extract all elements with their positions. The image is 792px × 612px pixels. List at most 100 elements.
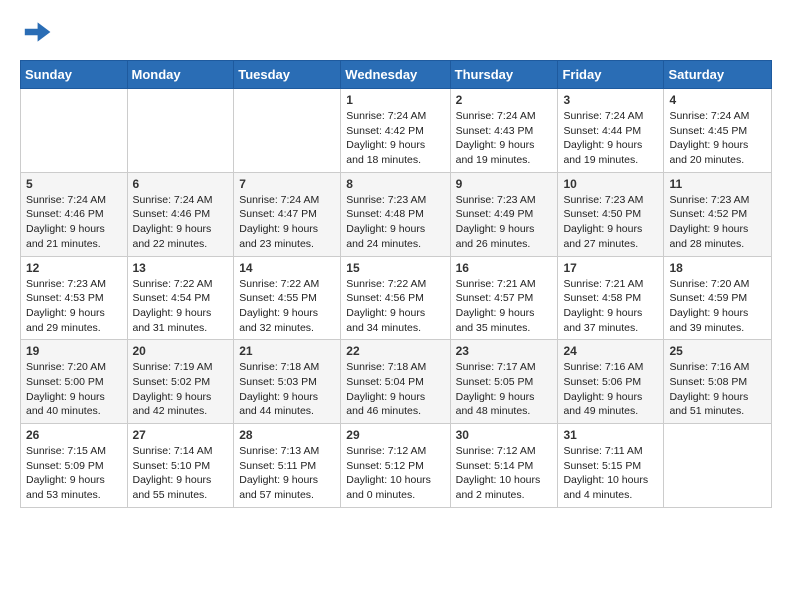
- day-info: Sunrise: 7:24 AM Sunset: 4:46 PM Dayligh…: [133, 193, 229, 252]
- day-info: Sunrise: 7:23 AM Sunset: 4:52 PM Dayligh…: [669, 193, 766, 252]
- day-number: 14: [239, 261, 335, 275]
- calendar-day-23: 23Sunrise: 7:17 AM Sunset: 5:05 PM Dayli…: [450, 340, 558, 424]
- day-info: Sunrise: 7:18 AM Sunset: 5:04 PM Dayligh…: [346, 360, 444, 419]
- day-number: 27: [133, 428, 229, 442]
- day-number: 11: [669, 177, 766, 191]
- calendar-week-2: 5 Sunrise: 7:24 AM Sunset: 4:46 PM Daylig…: [21, 172, 772, 256]
- calendar-day-6: 6Sunrise: 7:24 AM Sunset: 4:46 PM Daylig…: [127, 172, 234, 256]
- calendar-day-28: 28 Sunrise: 7:13 AM Sunset: 5:11 PM Dayli…: [234, 424, 341, 508]
- day-number: 12: [26, 261, 122, 275]
- day-of-week-sunday: Sunday: [21, 61, 128, 89]
- day-info: Sunrise: 7:20 AM Sunset: 4:59 PM Dayligh…: [669, 277, 766, 336]
- calendar-day-27: 27 Sunrise: 7:14 AM Sunset: 5:10 PM Dayli…: [127, 424, 234, 508]
- day-info: Sunrise: 7:24 AM Sunset: 4:42 PM Dayligh…: [346, 109, 444, 168]
- day-number: 29: [346, 428, 444, 442]
- day-info: Sunrise: 7:23 AM Sunset: 4:48 PM Dayligh…: [346, 193, 444, 252]
- day-number: 19: [26, 344, 122, 358]
- day-info: Sunrise: 7:14 AM Sunset: 5:10 PM Dayligh…: [133, 444, 229, 503]
- calendar-day-10: 10 Sunrise: 7:23 AM Sunset: 4:50 PM Dayli…: [558, 172, 664, 256]
- day-info: Sunrise: 7:23 AM Sunset: 4:50 PM Dayligh…: [563, 193, 658, 252]
- calendar-empty-cell: [234, 89, 341, 173]
- day-of-week-thursday: Thursday: [450, 61, 558, 89]
- calendar-day-4: 4Sunrise: 7:24 AM Sunset: 4:45 PM Daylig…: [664, 89, 772, 173]
- logo: [20, 16, 56, 48]
- calendar-day-16: 16 Sunrise: 7:21 AM Sunset: 4:57 PM Dayli…: [450, 256, 558, 340]
- calendar-day-21: 21Sunrise: 7:18 AM Sunset: 5:03 PM Dayli…: [234, 340, 341, 424]
- day-number: 23: [456, 344, 553, 358]
- calendar-day-20: 20 Sunrise: 7:19 AM Sunset: 5:02 PM Dayli…: [127, 340, 234, 424]
- day-info: Sunrise: 7:12 AM Sunset: 5:12 PM Dayligh…: [346, 444, 444, 503]
- calendar-day-15: 15 Sunrise: 7:22 AM Sunset: 4:56 PM Dayli…: [341, 256, 450, 340]
- day-number: 17: [563, 261, 658, 275]
- calendar-day-3: 3 Sunrise: 7:24 AM Sunset: 4:44 PM Daylig…: [558, 89, 664, 173]
- calendar-week-4: 19Sunrise: 7:20 AM Sunset: 5:00 PM Dayli…: [21, 340, 772, 424]
- calendar-day-24: 24 Sunrise: 7:16 AM Sunset: 5:06 PM Dayli…: [558, 340, 664, 424]
- day-number: 7: [239, 177, 335, 191]
- day-info: Sunrise: 7:16 AM Sunset: 5:06 PM Dayligh…: [563, 360, 658, 419]
- calendar-week-1: 1 Sunrise: 7:24 AM Sunset: 4:42 PM Daylig…: [21, 89, 772, 173]
- calendar-day-8: 8 Sunrise: 7:23 AM Sunset: 4:48 PM Daylig…: [341, 172, 450, 256]
- day-number: 22: [346, 344, 444, 358]
- calendar-day-12: 12 Sunrise: 7:23 AM Sunset: 4:53 PM Dayli…: [21, 256, 128, 340]
- day-number: 18: [669, 261, 766, 275]
- calendar-day-17: 17 Sunrise: 7:21 AM Sunset: 4:58 PM Dayli…: [558, 256, 664, 340]
- calendar-day-29: 29 Sunrise: 7:12 AM Sunset: 5:12 PM Dayli…: [341, 424, 450, 508]
- day-number: 16: [456, 261, 553, 275]
- day-info: Sunrise: 7:22 AM Sunset: 4:54 PM Dayligh…: [133, 277, 229, 336]
- day-number: 13: [133, 261, 229, 275]
- calendar-day-25: 25 Sunrise: 7:16 AM Sunset: 5:08 PM Dayli…: [664, 340, 772, 424]
- day-info: Sunrise: 7:24 AM Sunset: 4:47 PM Dayligh…: [239, 193, 335, 252]
- day-info: Sunrise: 7:12 AM Sunset: 5:14 PM Dayligh…: [456, 444, 553, 503]
- day-number: 15: [346, 261, 444, 275]
- day-info: Sunrise: 7:18 AM Sunset: 5:03 PM Dayligh…: [239, 360, 335, 419]
- calendar-day-22: 22 Sunrise: 7:18 AM Sunset: 5:04 PM Dayli…: [341, 340, 450, 424]
- day-info: Sunrise: 7:21 AM Sunset: 4:57 PM Dayligh…: [456, 277, 553, 336]
- calendar-day-18: 18 Sunrise: 7:20 AM Sunset: 4:59 PM Dayli…: [664, 256, 772, 340]
- calendar-day-30: 30 Sunrise: 7:12 AM Sunset: 5:14 PM Dayli…: [450, 424, 558, 508]
- day-info: Sunrise: 7:23 AM Sunset: 4:53 PM Dayligh…: [26, 277, 122, 336]
- calendar-day-14: 14 Sunrise: 7:22 AM Sunset: 4:55 PM Dayli…: [234, 256, 341, 340]
- day-number: 9: [456, 177, 553, 191]
- day-info: Sunrise: 7:19 AM Sunset: 5:02 PM Dayligh…: [133, 360, 229, 419]
- day-number: 8: [346, 177, 444, 191]
- calendar-day-7: 7 Sunrise: 7:24 AM Sunset: 4:47 PM Daylig…: [234, 172, 341, 256]
- day-of-week-saturday: Saturday: [664, 61, 772, 89]
- day-number: 25: [669, 344, 766, 358]
- day-info: Sunrise: 7:24 AM Sunset: 4:44 PM Dayligh…: [563, 109, 658, 168]
- day-info: Sunrise: 7:11 AM Sunset: 5:15 PM Dayligh…: [563, 444, 658, 503]
- day-number: 24: [563, 344, 658, 358]
- header: [20, 16, 772, 48]
- day-info: Sunrise: 7:15 AM Sunset: 5:09 PM Dayligh…: [26, 444, 122, 503]
- day-number: 3: [563, 93, 658, 107]
- day-info: Sunrise: 7:21 AM Sunset: 4:58 PM Dayligh…: [563, 277, 658, 336]
- day-number: 30: [456, 428, 553, 442]
- day-number: 10: [563, 177, 658, 191]
- day-number: 4: [669, 93, 766, 107]
- day-number: 5: [26, 177, 122, 191]
- calendar-day-11: 11 Sunrise: 7:23 AM Sunset: 4:52 PM Dayli…: [664, 172, 772, 256]
- day-of-week-wednesday: Wednesday: [341, 61, 450, 89]
- day-of-week-monday: Monday: [127, 61, 234, 89]
- calendar-day-1: 1 Sunrise: 7:24 AM Sunset: 4:42 PM Daylig…: [341, 89, 450, 173]
- page: SundayMondayTuesdayWednesdayThursdayFrid…: [0, 0, 792, 524]
- day-info: Sunrise: 7:16 AM Sunset: 5:08 PM Dayligh…: [669, 360, 766, 419]
- day-number: 28: [239, 428, 335, 442]
- calendar-day-5: 5Sunrise: 7:24 AM Sunset: 4:46 PM Daylig…: [21, 172, 128, 256]
- day-of-week-friday: Friday: [558, 61, 664, 89]
- day-number: 1: [346, 93, 444, 107]
- day-info: Sunrise: 7:23 AM Sunset: 4:49 PM Dayligh…: [456, 193, 553, 252]
- calendar-day-26: 26 Sunrise: 7:15 AM Sunset: 5:09 PM Dayli…: [21, 424, 128, 508]
- day-info: Sunrise: 7:13 AM Sunset: 5:11 PM Dayligh…: [239, 444, 335, 503]
- day-info: Sunrise: 7:22 AM Sunset: 4:55 PM Dayligh…: [239, 277, 335, 336]
- day-number: 26: [26, 428, 122, 442]
- calendar-header-row: SundayMondayTuesdayWednesdayThursdayFrid…: [21, 61, 772, 89]
- calendar-day-2: 2Sunrise: 7:24 AM Sunset: 4:43 PM Daylig…: [450, 89, 558, 173]
- calendar: SundayMondayTuesdayWednesdayThursdayFrid…: [20, 60, 772, 508]
- day-number: 31: [563, 428, 658, 442]
- day-info: Sunrise: 7:22 AM Sunset: 4:56 PM Dayligh…: [346, 277, 444, 336]
- day-of-week-tuesday: Tuesday: [234, 61, 341, 89]
- logo-icon: [20, 16, 52, 48]
- day-number: 20: [133, 344, 229, 358]
- calendar-week-3: 12 Sunrise: 7:23 AM Sunset: 4:53 PM Dayli…: [21, 256, 772, 340]
- day-info: Sunrise: 7:24 AM Sunset: 4:43 PM Dayligh…: [456, 109, 553, 168]
